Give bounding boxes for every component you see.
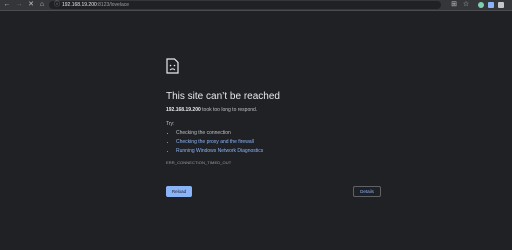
site-info-icon[interactable]: ⓘ (54, 1, 60, 9)
forward-arrow-icon[interactable]: → (15, 1, 23, 9)
url-text[interactable]: 192.168.19.200:8123/lovelace (62, 1, 129, 9)
suggestion-list: Checking the connection Checking the pro… (166, 129, 263, 156)
error-message: took too long to respond. (200, 107, 258, 113)
address-bar[interactable]: ⓘ 192.168.19.200:8123/lovelace (49, 1, 441, 9)
home-icon[interactable]: ⌂ (38, 1, 46, 9)
extension-icon[interactable] (478, 2, 484, 8)
back-arrow-icon[interactable]: ← (3, 1, 11, 9)
details-button[interactable]: Details (353, 186, 381, 197)
error-code: ERR_CONNECTION_TIMED_OUT (166, 160, 232, 165)
stop-loading-icon[interactable]: ✕ (27, 1, 35, 9)
url-path: :8123/lovelace (96, 2, 130, 8)
extension-icon[interactable] (498, 2, 504, 8)
extension-icon[interactable] (488, 2, 494, 8)
suggestion-link[interactable]: Running Windows Network Diagnostics (176, 147, 263, 156)
error-host: 192.168.19.200 (166, 107, 201, 113)
error-title: This site can’t be reached (166, 91, 280, 102)
try-label: Try: (166, 121, 175, 127)
suggestion-item: Checking the connection (176, 129, 263, 138)
translate-icon[interactable]: ⊞ (450, 1, 458, 9)
url-host: 192.168.19.200 (62, 2, 97, 8)
error-description: 192.168.19.200 took too long to respond. (166, 107, 257, 113)
browser-toolbar: ← → ✕ ⌂ ⓘ 192.168.19.200:8123/lovelace ⊞… (0, 0, 512, 11)
sad-page-icon (166, 58, 179, 74)
suggestion-link[interactable]: Checking the proxy and the firewall (176, 138, 263, 147)
reload-button[interactable]: Reload (166, 186, 192, 197)
bookmark-star-icon[interactable]: ☆ (462, 1, 470, 9)
